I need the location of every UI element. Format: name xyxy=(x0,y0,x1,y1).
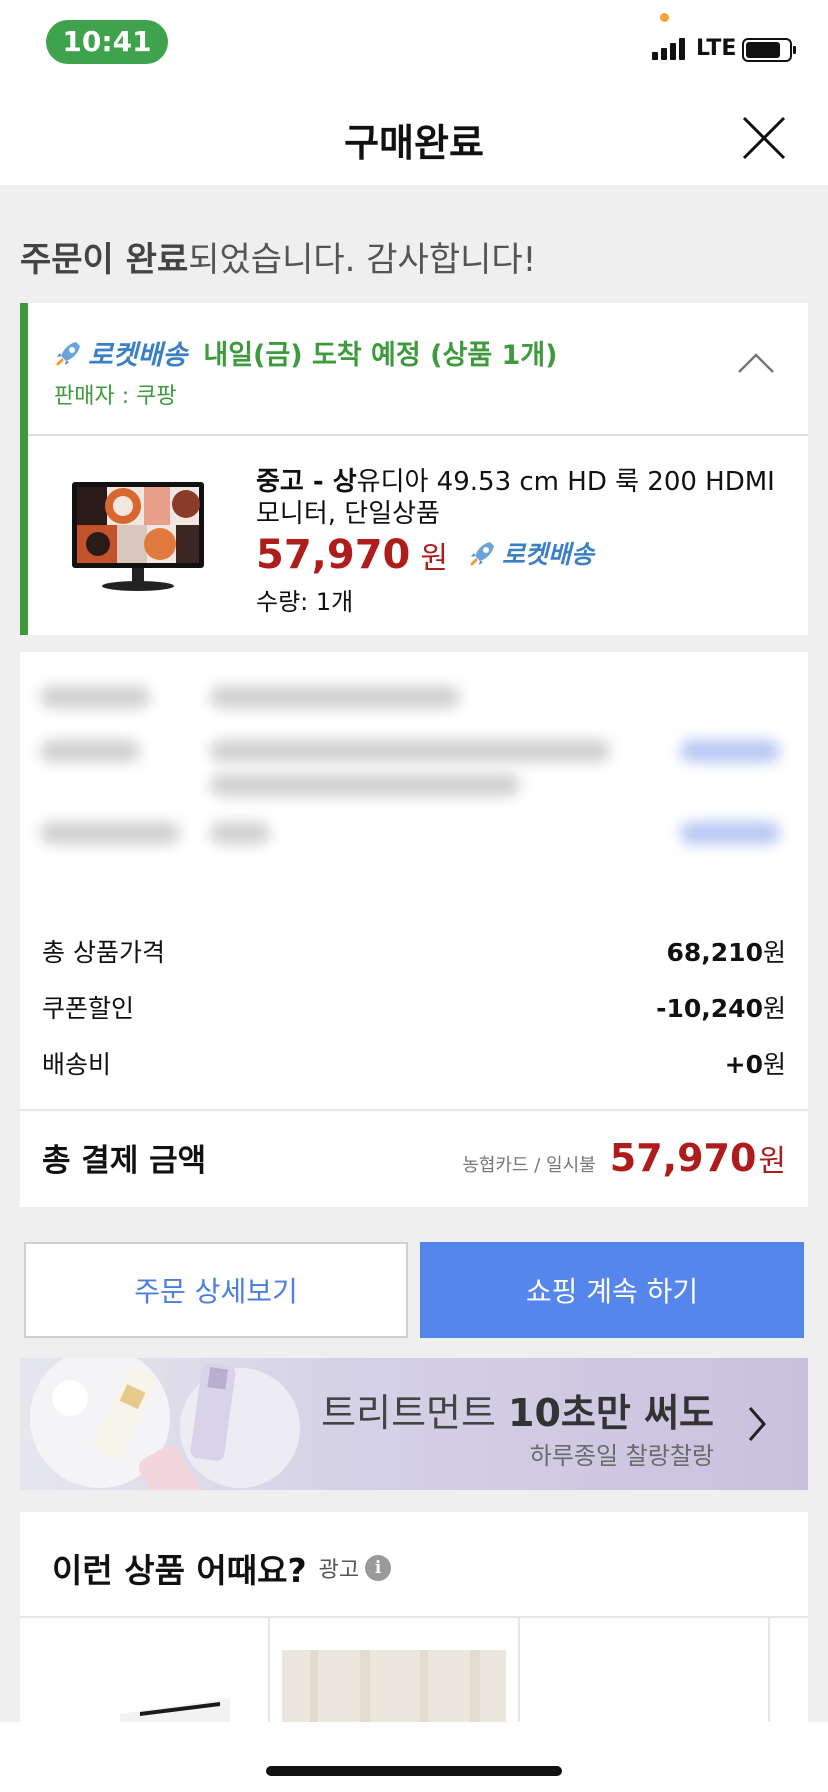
product-thumbnail xyxy=(72,482,204,591)
total-currency: 원 xyxy=(758,1144,786,1179)
recommendation-item[interactable] xyxy=(520,1618,770,1724)
home-indicator-area xyxy=(0,1722,828,1792)
recommendation-item[interactable] xyxy=(20,1618,270,1724)
delivery-header[interactable]: 로켓배송 내일(금) 도착 예정 (상품 1개) 판매자 : 쿠팡 xyxy=(28,303,808,436)
blurred-shipping-info xyxy=(20,652,808,897)
info-icon[interactable]: i xyxy=(365,1555,392,1581)
battery-icon xyxy=(742,38,796,62)
delivery-eta: 내일(금) 도착 예정 (상품 1개) xyxy=(203,340,558,371)
seller-label: 판매자 : 쿠팡 xyxy=(54,384,177,409)
product-name: 중고 - 상유디아 49.53 cm HD 룩 200 HDMI 모니터, 단일… xyxy=(256,466,796,530)
network-type: LTE xyxy=(696,36,737,61)
summary-value: +0원 xyxy=(724,1050,786,1079)
recommendation-item[interactable] xyxy=(770,1618,808,1724)
summary-divider xyxy=(20,1109,808,1111)
recommendation-item[interactable] xyxy=(270,1618,520,1724)
summary-label: 배송비 xyxy=(42,1050,112,1079)
product-price-row: 57,970 원 로켓배송 xyxy=(256,532,594,578)
product-item[interactable]: 중고 - 상유디아 49.53 cm HD 룩 200 HDMI 모니터, 단일… xyxy=(28,436,808,633)
page-title: 구매완료 xyxy=(344,121,484,165)
rocket-delivery-badge: 로켓배송 xyxy=(468,535,594,571)
recommendation-header: 이런 상품 어때요? 광고 i xyxy=(52,1544,392,1592)
summary-row: 쿠폰할인 -10,240원 xyxy=(42,989,786,1025)
order-complete-rest: 되었습니다. 감사합니다! xyxy=(188,240,537,280)
delivery-card: 로켓배송 내일(금) 도착 예정 (상품 1개) 판매자 : 쿠팡 중고 - 상… xyxy=(20,303,808,635)
privacy-indicator-icon xyxy=(660,13,669,22)
summary-value: -10,240원 xyxy=(656,994,786,1023)
home-indicator[interactable] xyxy=(266,1766,562,1776)
rocket-icon xyxy=(56,341,80,365)
summary-value: 68,210원 xyxy=(666,938,787,967)
signal-strength-icon xyxy=(652,36,685,60)
chevron-up-icon[interactable] xyxy=(736,351,776,375)
price-summary: 총 상품가격 68,210원 쿠폰할인 -10,240원 배송비 +0원 총 결… xyxy=(20,897,808,1207)
navigation-bar: 구매완료 xyxy=(0,90,828,185)
product-condition: 중고 - 상 xyxy=(256,467,357,497)
recommendation-title: 이런 상품 어때요? xyxy=(52,1551,307,1590)
rocket-delivery-label: 로켓배송 xyxy=(88,340,188,371)
summary-row: 총 상품가격 68,210원 xyxy=(42,933,786,969)
total-payment-row: 총 결제 금액 농협카드 / 일시불 57,970 원 xyxy=(42,1135,786,1180)
product-price: 57,970 xyxy=(256,532,411,578)
recommended-product-image xyxy=(282,1650,506,1724)
rocket-icon xyxy=(470,542,494,566)
summary-label: 총 상품가격 xyxy=(42,938,165,967)
ad-label: 광고 xyxy=(318,1558,360,1583)
order-complete-bold: 주문이 완료 xyxy=(20,240,189,280)
continue-shopping-button[interactable]: 쇼핑 계속 하기 xyxy=(420,1242,804,1338)
total-amount: 57,970 xyxy=(609,1136,757,1180)
total-payment-value: 농협카드 / 일시불 57,970 원 xyxy=(462,1136,786,1180)
order-detail-button[interactable]: 주문 상세보기 xyxy=(24,1242,408,1338)
order-complete-message: 주문이 완료되었습니다. 감사합니다! xyxy=(20,232,536,281)
status-bar: 10:41 LTE xyxy=(0,0,828,90)
banner-subtitle: 하루종일 찰랑찰랑 xyxy=(529,1442,714,1470)
recommended-product-image xyxy=(120,1698,230,1724)
chevron-right-icon xyxy=(748,1407,766,1441)
product-quantity: 수량: 1개 xyxy=(256,588,354,616)
summary-label: 쿠폰할인 xyxy=(42,994,135,1023)
payment-method: 농협카드 / 일시불 xyxy=(462,1155,596,1176)
banner-headline: 트리트먼트 10초만 써도 xyxy=(321,1391,714,1435)
promo-banner[interactable]: 트리트먼트 10초만 써도 하루종일 찰랑찰랑 xyxy=(20,1358,808,1490)
recommendation-grid xyxy=(20,1616,808,1724)
product-currency: 원 xyxy=(420,541,448,576)
close-icon[interactable] xyxy=(740,114,788,162)
status-time: 10:41 xyxy=(46,20,168,64)
summary-row: 배송비 +0원 xyxy=(42,1045,786,1081)
banner-product-image xyxy=(30,1358,300,1490)
delivery-title: 로켓배송 내일(금) 도착 예정 (상품 1개) xyxy=(54,333,558,372)
total-payment-label: 총 결제 금액 xyxy=(42,1143,207,1179)
recommendation-section: 이런 상품 어때요? 광고 i xyxy=(20,1512,808,1724)
rocket-badge-label: 로켓배송 xyxy=(501,540,594,569)
